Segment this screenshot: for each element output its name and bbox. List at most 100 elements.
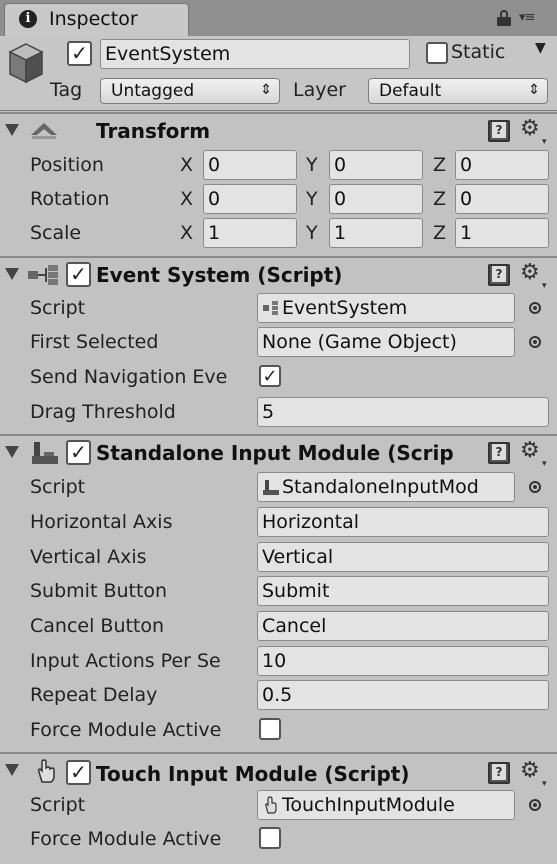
rotation-label: Rotation xyxy=(30,188,110,210)
axis-y-label[interactable]: Y xyxy=(306,154,318,176)
gear-icon[interactable]: ⚙ ▾ xyxy=(520,440,547,470)
object-picker-icon[interactable] xyxy=(529,336,541,348)
scale-x-field[interactable]: 1 xyxy=(203,218,297,248)
standalone-title: Standalone Input Module (Scrip xyxy=(96,441,454,465)
gear-icon[interactable]: ⚙ ▾ xyxy=(520,118,547,148)
script-icon xyxy=(262,476,280,495)
object-picker-icon[interactable] xyxy=(529,799,541,811)
force-module-active-label: Force Module Active xyxy=(30,719,222,741)
position-z-field[interactable]: 0 xyxy=(455,150,549,180)
info-icon: i xyxy=(19,10,37,28)
scale-z-field[interactable]: 1 xyxy=(455,218,549,248)
dropdown-arrow-icon: ⇕ xyxy=(528,82,540,98)
script-value: StandaloneInputMod xyxy=(282,476,479,498)
script-label: Script xyxy=(30,794,86,816)
tag-dropdown[interactable]: Untagged ⇕ xyxy=(100,78,280,104)
object-name-field[interactable]: EventSystem xyxy=(100,39,410,69)
first-selected-field[interactable]: None (Game Object) xyxy=(257,327,515,357)
standalone-input-module-component: ✓ Standalone Input Module (Scrip ⚙▾ Scri… xyxy=(0,434,557,752)
joystick-icon xyxy=(32,442,58,464)
gear-icon[interactable]: ⚙ ▾ xyxy=(520,760,547,790)
standalone-enabled-checkbox[interactable]: ✓ xyxy=(66,440,91,465)
hand-icon xyxy=(37,759,55,783)
script-label: Script xyxy=(30,297,86,319)
repeat-delay-field[interactable]: 0.5 xyxy=(257,680,549,710)
rotation-x-field[interactable]: 0 xyxy=(203,184,297,214)
cancel-button-field[interactable]: Cancel xyxy=(257,611,549,641)
tab-label: Inspector xyxy=(49,8,138,30)
help-book-icon[interactable] xyxy=(488,762,510,784)
static-label: Static xyxy=(451,41,506,63)
lock-icon[interactable] xyxy=(497,10,511,26)
event-system-enabled-checkbox[interactable]: ✓ xyxy=(66,262,91,287)
axis-z-label[interactable]: Z xyxy=(433,188,446,210)
repeat-delay-label: Repeat Delay xyxy=(30,684,158,706)
axis-y-label[interactable]: Y xyxy=(306,222,318,244)
vertical-axis-field[interactable]: Vertical xyxy=(257,542,549,572)
transform-icon xyxy=(31,123,57,139)
touch-title: Touch Input Module (Script) xyxy=(96,762,410,786)
help-book-icon[interactable] xyxy=(488,442,510,464)
script-icon xyxy=(262,794,280,814)
foldout-arrow-icon[interactable] xyxy=(5,446,19,458)
static-checkbox[interactable] xyxy=(426,42,448,64)
transform-component: Transform ⚙▾ Position X 0 Y 0 Z 0 Rotati… xyxy=(0,112,557,256)
tab-inspector[interactable]: i Inspector xyxy=(4,3,189,37)
force-module-active-checkbox[interactable] xyxy=(259,827,281,849)
event-system-header[interactable]: ✓ Event System (Script) ⚙▾ xyxy=(0,258,557,292)
drag-threshold-field[interactable]: 5 xyxy=(257,397,549,427)
send-navigation-label: Send Navigation Eve xyxy=(30,366,228,388)
script-field[interactable]: TouchInputModule xyxy=(257,790,515,820)
layer-label: Layer xyxy=(293,79,346,101)
position-y-field[interactable]: 0 xyxy=(329,150,423,180)
inspector-window: i Inspector ▾≡ ✓ EventSystem Static ▼ Ta… xyxy=(0,0,557,864)
touch-enabled-checkbox[interactable]: ✓ xyxy=(66,760,91,785)
object-picker-icon[interactable] xyxy=(529,481,541,493)
event-system-icon xyxy=(28,265,58,285)
script-icon xyxy=(262,297,280,315)
vertical-axis-label: Vertical Axis xyxy=(30,546,147,568)
axis-x-label[interactable]: X xyxy=(180,222,193,244)
force-module-active-label: Force Module Active xyxy=(30,828,222,850)
position-x-field[interactable]: 0 xyxy=(203,150,297,180)
foldout-arrow-icon[interactable] xyxy=(5,268,19,280)
axis-y-label[interactable]: Y xyxy=(306,188,318,210)
submit-button-field[interactable]: Submit xyxy=(257,576,549,606)
scale-label: Scale xyxy=(30,222,82,244)
horizontal-axis-field[interactable]: Horizontal xyxy=(257,507,549,537)
dropdown-arrow-icon: ⇕ xyxy=(260,82,272,98)
panel-menu-icon[interactable]: ▾≡ xyxy=(519,10,535,25)
active-checkbox[interactable]: ✓ xyxy=(67,41,92,66)
transform-title: Transform xyxy=(96,119,211,143)
script-field[interactable]: StandaloneInputMod xyxy=(257,472,515,502)
layer-value: Default xyxy=(379,81,442,101)
axis-z-label[interactable]: Z xyxy=(433,222,446,244)
help-book-icon[interactable] xyxy=(488,264,510,286)
object-picker-icon[interactable] xyxy=(529,302,541,314)
gear-icon[interactable]: ⚙ ▾ xyxy=(520,262,547,292)
scale-y-field[interactable]: 1 xyxy=(329,218,423,248)
touch-input-header[interactable]: ✓ Touch Input Module (Script) ⚙▾ xyxy=(0,754,557,790)
rotation-y-field[interactable]: 0 xyxy=(329,184,423,214)
input-actions-label: Input Actions Per Se xyxy=(30,650,221,672)
script-value: TouchInputModule xyxy=(282,794,455,816)
input-actions-field[interactable]: 10 xyxy=(257,646,549,676)
send-navigation-checkbox[interactable]: ✓ xyxy=(259,365,281,387)
foldout-arrow-icon[interactable] xyxy=(5,124,19,136)
axis-x-label[interactable]: X xyxy=(180,154,193,176)
static-dropdown-icon[interactable]: ▼ xyxy=(535,40,546,56)
script-field[interactable]: EventSystem xyxy=(257,293,515,323)
help-book-icon[interactable] xyxy=(488,120,510,142)
script-value: EventSystem xyxy=(282,297,408,319)
foldout-arrow-icon[interactable] xyxy=(5,764,19,776)
layer-dropdown[interactable]: Default ⇕ xyxy=(368,78,548,104)
horizontal-axis-label: Horizontal Axis xyxy=(30,511,173,533)
force-module-active-checkbox[interactable] xyxy=(259,718,281,740)
transform-header[interactable]: Transform ⚙▾ xyxy=(0,114,557,148)
rotation-z-field[interactable]: 0 xyxy=(455,184,549,214)
standalone-input-header[interactable]: ✓ Standalone Input Module (Scrip ⚙▾ xyxy=(0,436,557,470)
axis-z-label[interactable]: Z xyxy=(433,154,446,176)
script-label: Script xyxy=(30,476,86,498)
cube-icon xyxy=(8,43,44,84)
axis-x-label[interactable]: X xyxy=(180,188,193,210)
